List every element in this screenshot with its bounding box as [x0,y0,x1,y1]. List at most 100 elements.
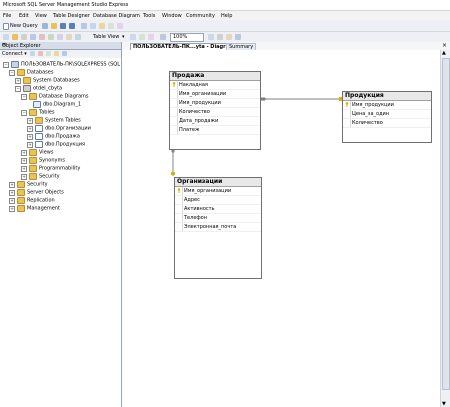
close-tab-icon[interactable]: × [442,42,447,49]
tree-node-synonyms[interactable]: + Synonyms [21,157,65,164]
menu-community[interactable]: Community [186,13,215,19]
tree-node-server[interactable]: − ПОЛЬЗОВАТЕЛЬ-ПК\SQLEXPRESS (SQL Serv [3,61,133,68]
menu-table-designer[interactable]: Table Designer [53,13,90,19]
collapse-toggle[interactable]: − [15,85,21,92]
menu-file[interactable]: File [3,13,11,19]
expand-toggle[interactable]: + [21,157,27,164]
tree-node-views[interactable]: + Views [21,149,53,156]
save-all-icon[interactable] [69,23,75,29]
manage-indexes-icon[interactable] [57,34,63,40]
tree-node-replication[interactable]: + Replication [9,197,55,204]
diagram-canvas[interactable]: Продажа Накладная Имя_организации Имя_пр… [122,50,440,407]
column-row[interactable]: Количество [170,108,260,117]
object-explorer-icon[interactable] [90,23,96,29]
tree-node-system-databases[interactable]: + System Databases [15,77,80,84]
zoom-select[interactable]: 100% [170,33,204,42]
table-view-chevron-down-icon[interactable]: ▾ [122,34,125,40]
expand-toggle[interactable]: + [9,189,15,196]
tree-node-table-organizations[interactable]: + dbo.Организации [27,125,91,132]
column-row[interactable]: Адрес [175,196,261,205]
relationships-icon[interactable] [48,34,54,40]
column-row[interactable]: Имя_организации [175,187,261,196]
table-view-dropdown[interactable]: Table View [93,34,119,40]
column-row[interactable]: Электронная_почта [175,223,261,232]
expand-toggle[interactable]: + [21,173,27,180]
expand-toggle[interactable]: + [27,117,33,124]
tree-node-server-objects[interactable]: + Server Objects [9,189,64,196]
column-row[interactable]: Платеж [170,126,260,135]
collapse-toggle[interactable]: − [21,109,27,116]
tree-node-programmability[interactable]: + Programmability [21,165,80,172]
collapse-toggle[interactable]: − [3,61,9,68]
menu-tools[interactable]: Tools [143,13,155,19]
template-explorer-icon[interactable] [99,23,105,29]
tree-node-databases[interactable]: − Databases [9,69,53,76]
open-folder-icon[interactable] [51,23,57,29]
autosize-tables-icon[interactable] [148,34,154,40]
expand-toggle[interactable]: + [21,149,27,156]
scroll-down-icon[interactable]: ▼ [442,401,446,407]
add-related-tables-icon[interactable] [21,34,27,40]
column-row[interactable]: Дата_продажи [170,117,260,126]
summary-icon[interactable] [117,23,123,29]
new-query-button[interactable]: New Query [10,23,38,29]
tree-node-db-security[interactable]: + Security [21,173,60,180]
new-text-annotation-icon[interactable] [75,34,81,40]
connect-icon[interactable] [30,51,35,56]
scrollbar-thumb[interactable] [442,58,450,390]
tree-node-management[interactable]: + Management [9,205,60,212]
arrange-tables-icon[interactable] [130,34,136,40]
collapse-toggle[interactable]: − [21,93,27,100]
save-icon[interactable] [60,23,66,29]
expand-toggle[interactable]: + [21,165,27,172]
vertical-scrollbar[interactable]: ▲ ▼ [440,50,450,407]
menu-help[interactable]: Help [221,13,232,19]
column-row[interactable]: Имя_организации [170,90,260,99]
expand-toggle[interactable]: + [15,77,21,84]
expand-toggle[interactable]: + [27,133,33,140]
column-row[interactable]: Накладная [170,81,260,90]
recalculate-page-breaks-icon[interactable] [217,34,223,40]
table-organizations[interactable]: Организации Имя_организации Адрес Активн… [174,177,262,279]
delete-table-icon[interactable] [30,34,36,40]
tree-node-system-tables[interactable]: + System Tables [27,117,81,124]
tree-node-database-diagrams[interactable]: − Database Diagrams [21,93,89,100]
menu-view[interactable]: View [35,13,47,19]
tree-node-table-sales[interactable]: + dbo.Продажа [27,133,80,140]
column-row[interactable]: Имя_продукции [170,99,260,108]
show-page-breaks-icon[interactable] [208,34,214,40]
menu-database-diagram[interactable]: Database Diagram [93,13,140,19]
expand-toggle[interactable]: + [27,141,33,148]
filter-icon[interactable] [54,51,59,56]
column-row[interactable]: Цена_за_один [343,110,431,119]
menu-window[interactable]: Window [162,13,182,19]
registered-servers-icon[interactable] [81,23,87,29]
tree-node-security[interactable]: + Security [9,181,48,188]
remove-from-diagram-icon[interactable] [39,34,45,40]
properties-icon[interactable] [108,23,114,29]
new-table-icon[interactable] [3,34,9,40]
column-row[interactable]: Количество [343,119,431,128]
table-sales[interactable]: Продажа Накладная Имя_организации Имя_пр… [169,71,261,150]
new-file-icon[interactable] [42,23,48,29]
connect-button[interactable]: Connect ▾ [2,51,27,57]
expand-toggle[interactable]: + [27,125,33,132]
disconnect-icon[interactable] [38,51,43,56]
column-row[interactable]: Имя_продукции [343,101,431,110]
view-relationship-labels-icon[interactable] [226,34,232,40]
refresh-icon[interactable] [62,51,67,56]
arrange-selection-icon[interactable] [139,34,145,40]
table-products[interactable]: Продукция Имя_продукции Цена_за_один Кол… [342,91,432,143]
tree-node-table-products[interactable]: + dbo.Продукция [27,141,85,148]
tree-node-tables[interactable]: − Tables [21,109,55,116]
collapse-toggle[interactable]: − [9,69,15,76]
column-row[interactable]: Телефон [175,214,261,223]
tree-node-diagram-1[interactable]: dbo.Diagram_1 [33,101,81,108]
expand-toggle[interactable]: + [9,181,15,188]
generate-change-script-icon[interactable] [235,34,241,40]
expand-toggle[interactable]: + [9,197,15,204]
scroll-up-icon[interactable]: ▲ [442,50,446,56]
menu-edit[interactable]: Edit [19,13,29,19]
close-icon[interactable]: × [2,42,118,48]
check-constraints-icon[interactable] [66,34,72,40]
